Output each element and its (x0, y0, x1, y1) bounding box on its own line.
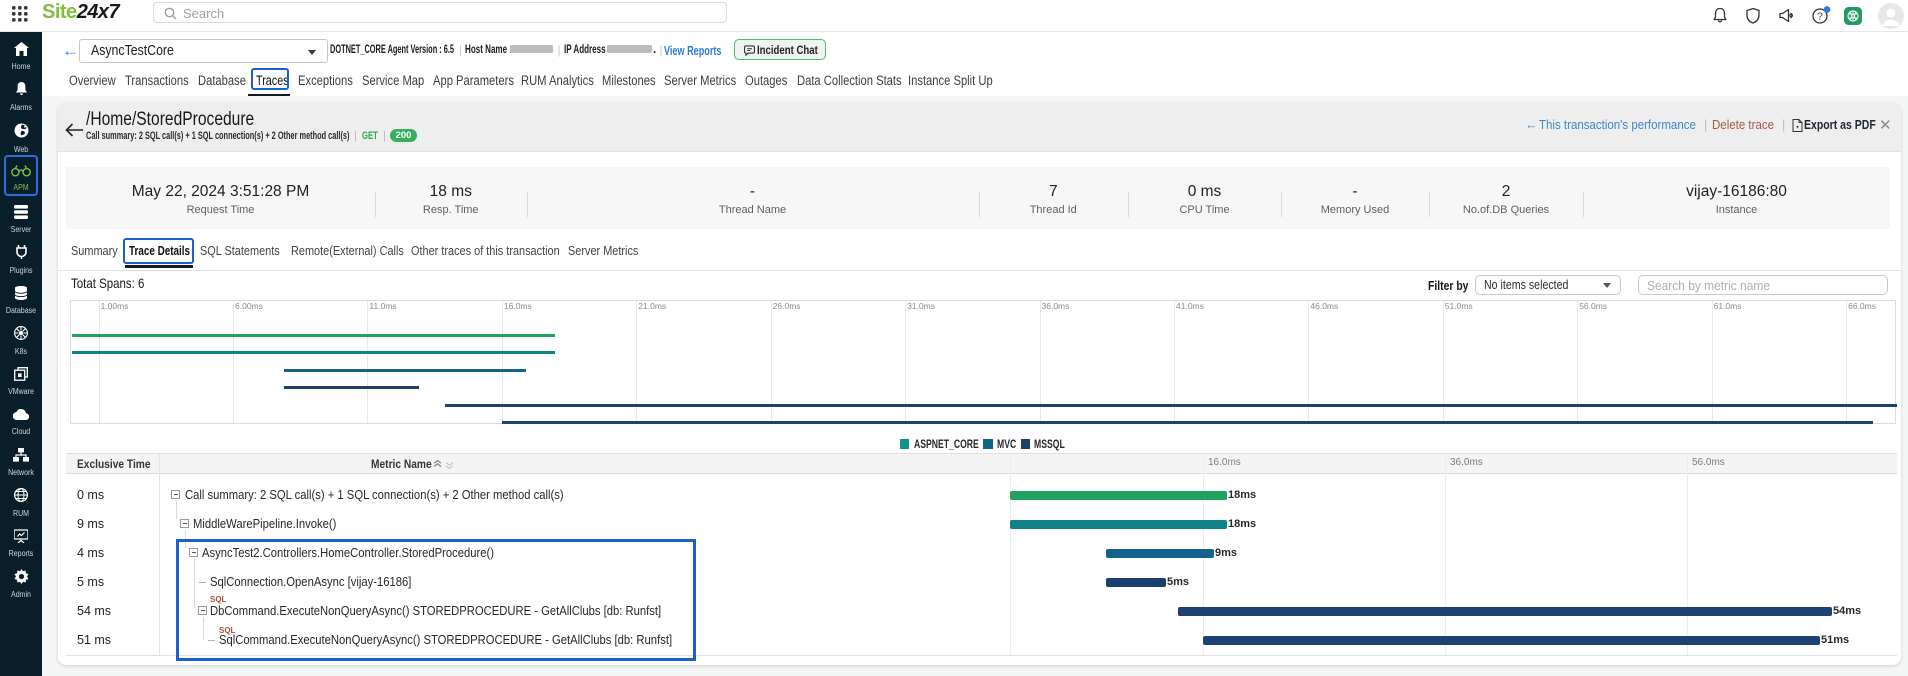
svg-text:▾: ▾ (1796, 125, 1799, 131)
svg-text:?: ? (1817, 11, 1823, 22)
